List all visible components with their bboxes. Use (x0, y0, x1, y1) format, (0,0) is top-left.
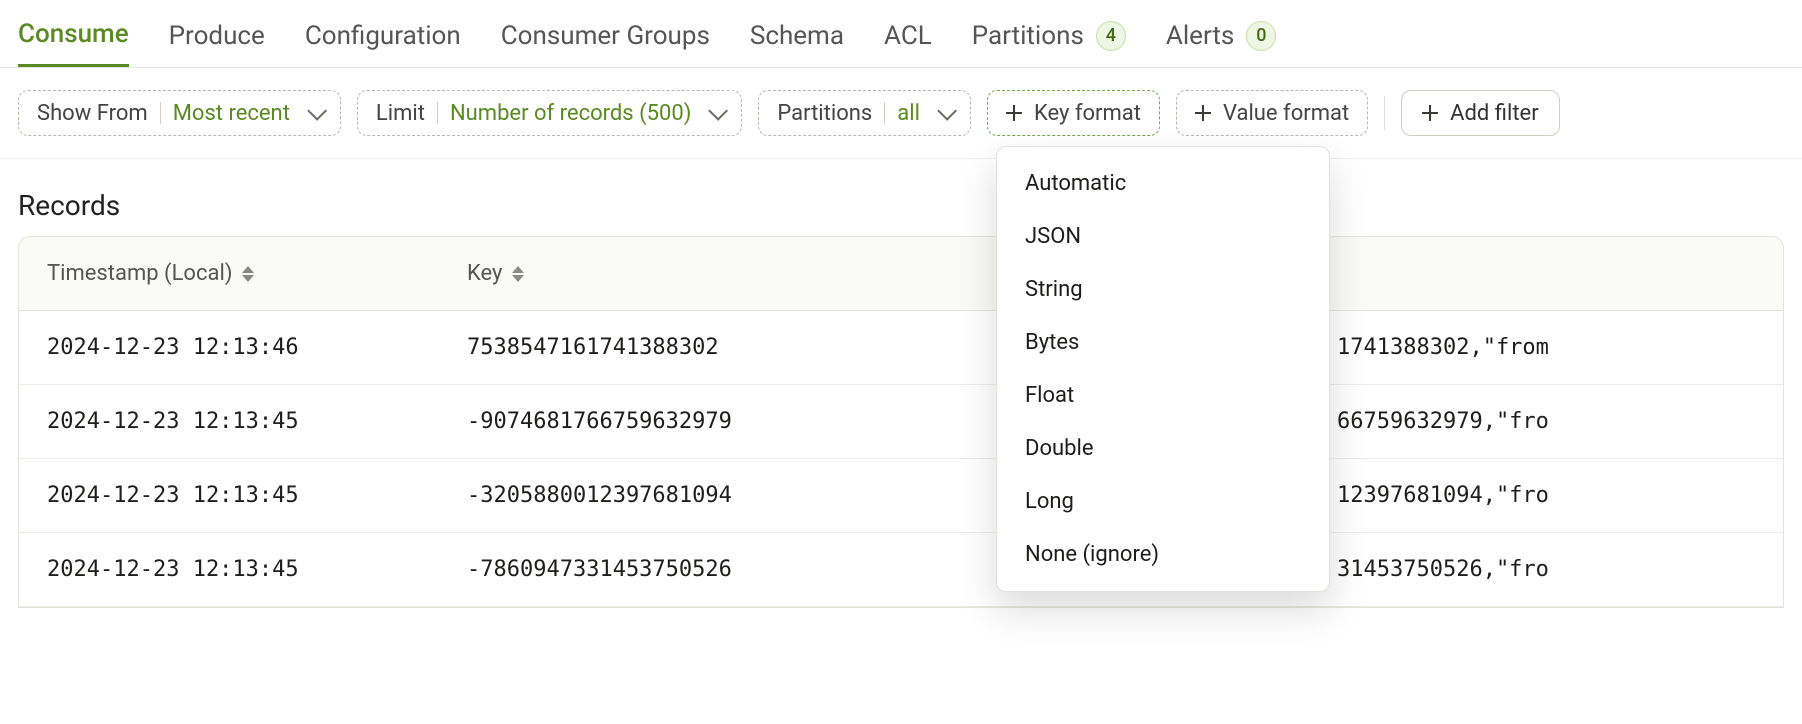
cell-timestamp: 2024-12-23 12:13:45 (19, 385, 439, 458)
chip-label: Value format (1223, 101, 1349, 126)
plus-icon (1195, 105, 1211, 121)
table-body: 2024-12-23 12:13:46 7538547161741388302 … (19, 311, 1783, 607)
tab-badge: 4 (1096, 21, 1126, 51)
plus-icon (1006, 105, 1022, 121)
filter-show-from[interactable]: Show From Most recent (18, 90, 341, 136)
add-filter-button[interactable]: Add filter (1401, 90, 1559, 136)
tab-consume[interactable]: Consume (18, 0, 129, 67)
table-row[interactable]: 2024-12-23 12:13:45 -9074681766759632979… (19, 385, 1783, 459)
tab-label: ACL (884, 0, 932, 67)
table-header: Timestamp (Local) Key (19, 237, 1783, 311)
cell-timestamp: 2024-12-23 12:13:46 (19, 311, 439, 384)
menu-item-automatic[interactable]: Automatic (997, 157, 1329, 210)
menu-item-double[interactable]: Double (997, 422, 1329, 475)
tab-label: Alerts (1166, 21, 1234, 51)
chip-value: all (897, 101, 920, 126)
tab-label-group: Alerts 0 (1166, 0, 1276, 67)
chip-sep (884, 102, 885, 124)
filter-partitions[interactable]: Partitions all (758, 90, 971, 136)
chip-label: Partitions (777, 101, 872, 126)
chevron-down-icon (307, 101, 327, 121)
filter-bar: Show From Most recent Limit Number of re… (0, 68, 1802, 159)
tab-partitions[interactable]: Partitions 4 (972, 0, 1126, 67)
chevron-down-icon (937, 101, 957, 121)
cell-value: 12397681094,"fro (1309, 459, 1783, 532)
tab-bar: Consume Produce Configuration Consumer G… (0, 0, 1802, 68)
menu-item-string[interactable]: String (997, 263, 1329, 316)
tab-label: Consumer Groups (501, 0, 710, 67)
chip-value: Number of records (500) (450, 101, 691, 126)
records-table: Timestamp (Local) Key 2024-12-23 12:13:4… (18, 236, 1784, 608)
menu-item-long[interactable]: Long (997, 475, 1329, 528)
section-title-records: Records (0, 159, 1802, 236)
menu-item-json[interactable]: JSON (997, 210, 1329, 263)
col-label: Timestamp (Local) (47, 261, 232, 286)
tab-produce[interactable]: Produce (169, 0, 265, 67)
cell-value: 31453750526,"fro (1309, 533, 1783, 606)
menu-item-bytes[interactable]: Bytes (997, 316, 1329, 369)
filter-key-format[interactable]: Key format (987, 90, 1160, 136)
filter-value-format[interactable]: Value format (1176, 90, 1368, 136)
sort-icon (242, 266, 254, 282)
tab-alerts[interactable]: Alerts 0 (1166, 0, 1276, 67)
col-label: Key (467, 261, 502, 286)
col-value (1309, 237, 1783, 310)
chip-label: Show From (37, 101, 148, 126)
key-format-menu: Automatic JSON String Bytes Float Double… (996, 146, 1330, 592)
tab-schema[interactable]: Schema (750, 0, 844, 67)
cell-value: 1741388302,"from (1309, 311, 1783, 384)
tab-label: Consume (18, 0, 129, 64)
tab-label: Partitions (972, 21, 1084, 51)
filter-limit[interactable]: Limit Number of records (500) (357, 90, 742, 136)
tab-acl[interactable]: ACL (884, 0, 932, 67)
tab-configuration[interactable]: Configuration (305, 0, 461, 67)
cell-timestamp: 2024-12-23 12:13:45 (19, 533, 439, 606)
cell-value: 66759632979,"fro (1309, 385, 1783, 458)
tab-consumer-groups[interactable]: Consumer Groups (501, 0, 710, 67)
tab-label: Configuration (305, 0, 461, 67)
tab-badge: 0 (1246, 21, 1276, 51)
tab-label-group: Partitions 4 (972, 0, 1126, 67)
divider (1384, 96, 1385, 130)
tab-label: Produce (169, 0, 265, 67)
menu-item-float[interactable]: Float (997, 369, 1329, 422)
chevron-down-icon (709, 101, 729, 121)
table-row[interactable]: 2024-12-23 12:13:46 7538547161741388302 … (19, 311, 1783, 385)
chip-sep (437, 102, 438, 124)
col-timestamp[interactable]: Timestamp (Local) (19, 237, 439, 310)
tab-label: Schema (750, 0, 844, 67)
chip-sep (160, 102, 161, 124)
cell-timestamp: 2024-12-23 12:13:45 (19, 459, 439, 532)
sort-icon (512, 266, 524, 282)
table-row[interactable]: 2024-12-23 12:13:45 -3205880012397681094… (19, 459, 1783, 533)
plus-icon (1422, 105, 1438, 121)
button-label: Add filter (1450, 101, 1538, 126)
menu-item-none[interactable]: None (ignore) (997, 528, 1329, 581)
chip-label: Limit (376, 101, 425, 126)
table-row[interactable]: 2024-12-23 12:13:45 -7860947331453750526… (19, 533, 1783, 607)
chip-label: Key format (1034, 101, 1141, 126)
chip-value: Most recent (173, 101, 290, 126)
